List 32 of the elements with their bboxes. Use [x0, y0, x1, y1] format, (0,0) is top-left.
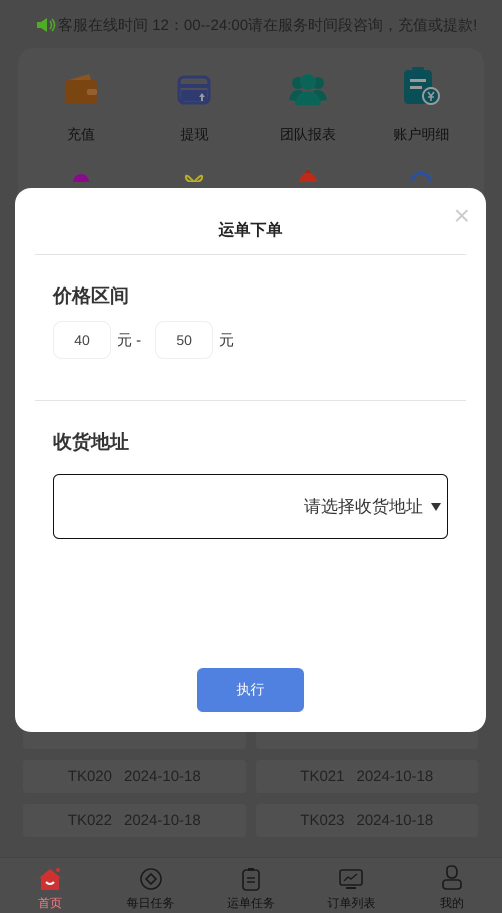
max-price-field[interactable]: 50	[155, 321, 214, 359]
close-button[interactable]: ×	[454, 202, 470, 230]
tab[interactable]: 我的	[402, 858, 502, 913]
ring-icon	[409, 170, 434, 182]
address-dropdown[interactable]: 请选择收货地址	[53, 474, 448, 539]
tab[interactable]: 每日任务	[100, 858, 201, 913]
shortcut-label[interactable]: 团队报表	[280, 126, 336, 144]
speaker-icon	[36, 17, 56, 33]
card-icon	[177, 74, 212, 106]
bell-icon	[296, 170, 319, 182]
coin-icon	[138, 867, 163, 891]
house-icon	[37, 867, 64, 891]
dialog-title: 运单下单	[218, 220, 284, 240]
min-price-field[interactable]: 40	[53, 321, 111, 359]
people-icon	[286, 72, 329, 106]
tab[interactable]: 运单任务	[200, 858, 302, 913]
clipboard-icon	[401, 66, 442, 106]
section-title: 价格区间	[53, 285, 130, 309]
monitor-icon	[338, 867, 364, 891]
clipboard-icon	[240, 867, 262, 891]
tab[interactable]: 首页	[0, 858, 100, 913]
person-icon	[440, 865, 463, 891]
shortcut-label[interactable]: 充值	[66, 126, 95, 144]
wallet-icon	[62, 72, 99, 106]
section-title: 收货地址	[53, 431, 130, 455]
dropdown-arrow-icon	[431, 502, 441, 510]
submit-button[interactable]: 执行	[197, 668, 304, 712]
shortcut-label[interactable]: 账户明细	[393, 126, 450, 144]
unit-label: 元 -	[117, 330, 142, 350]
shortcut-label[interactable]: 提现	[180, 126, 208, 144]
tab[interactable]: 订单列表	[301, 858, 402, 913]
unit-label: 元	[219, 330, 234, 350]
